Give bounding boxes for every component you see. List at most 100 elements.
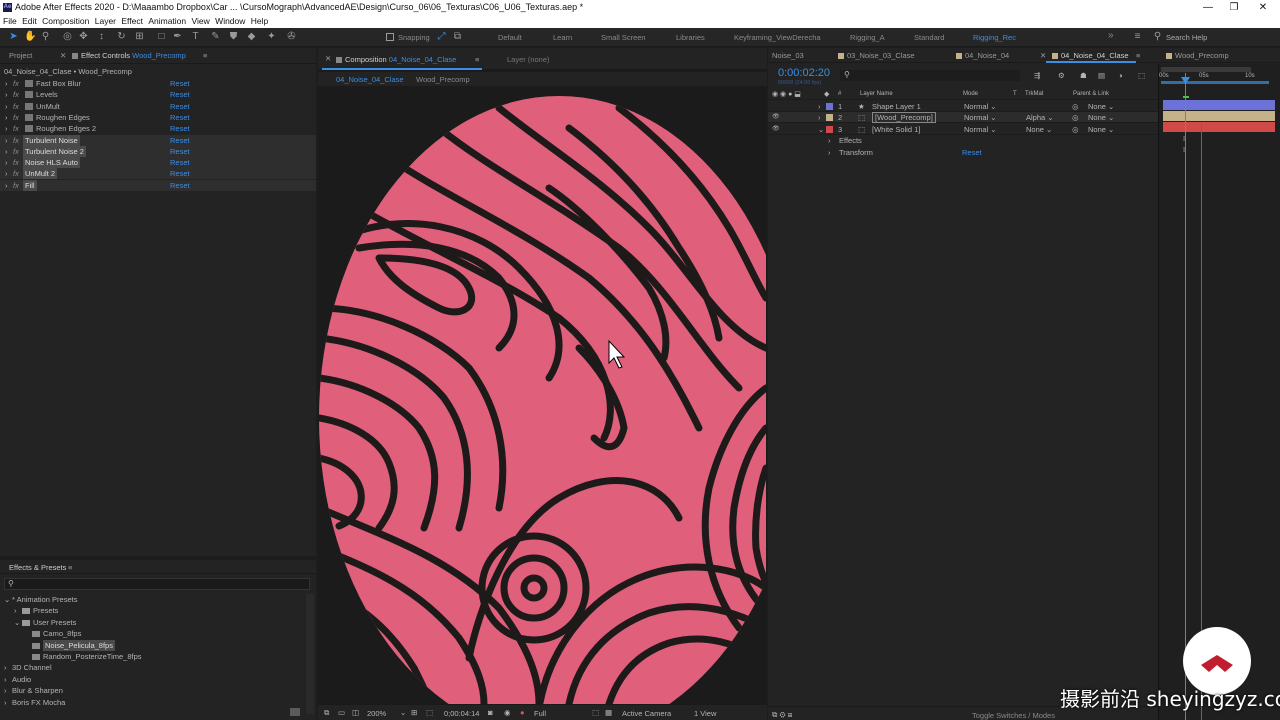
pen-tool-icon[interactable]: ✒ xyxy=(172,31,183,42)
timeline-graph-area[interactable]: 00s 05s 10s I I xyxy=(1158,64,1280,720)
camera-dropdown[interactable]: Active Camera xyxy=(622,709,671,718)
property-group-row[interactable]: › Effects xyxy=(768,135,1158,146)
draft-3d-icon[interactable]: ⚙ xyxy=(1058,71,1065,80)
region-icon[interactable]: ⬚ xyxy=(426,708,433,717)
trash-icon[interactable] xyxy=(290,708,300,716)
expand-chevron-icon[interactable]: › xyxy=(5,78,8,89)
snapping-checkbox[interactable] xyxy=(386,33,394,41)
effects-search-input[interactable]: ⚲ xyxy=(4,578,310,590)
layer-switches-icon[interactable]: ⧉ ⚙ ⊞ xyxy=(772,710,792,720)
grid-icon[interactable]: ⊞ xyxy=(411,708,417,717)
tree-item[interactable]: ⌄ * Animation Presets xyxy=(0,594,306,605)
blend-mode-dropdown[interactable]: Normal ⌄ xyxy=(964,124,997,135)
close-button[interactable]: ✕ xyxy=(1250,0,1276,15)
menu-edit[interactable]: Edit xyxy=(22,16,37,26)
effect-toggle-icon[interactable] xyxy=(25,113,33,121)
expand-chevron-icon[interactable]: › xyxy=(5,112,8,123)
rotate-tool-icon[interactable]: ↻ xyxy=(116,31,127,42)
tree-item[interactable]: Camo_8fps xyxy=(0,628,306,639)
roi-icon[interactable]: ⬚ xyxy=(592,708,599,717)
frame-blending-icon[interactable]: ▤ xyxy=(1098,71,1105,80)
work-area-bar[interactable] xyxy=(1161,67,1251,72)
reset-link[interactable]: Reset xyxy=(962,147,982,158)
timeline-close-icon[interactable]: ✕ xyxy=(1040,51,1046,60)
view-layout-dropdown[interactable]: 1 View xyxy=(694,709,716,718)
selection-tool-icon[interactable]: ➤ xyxy=(8,31,19,42)
tree-chevron-icon[interactable]: › xyxy=(4,662,7,673)
effects-panel-menu-icon[interactable]: ≡ xyxy=(68,563,72,572)
close-tab-icon[interactable]: ✕ xyxy=(60,51,66,60)
monitor-icon[interactable]: ▭ xyxy=(338,708,345,717)
trkmat-dropdown[interactable]: None ⌄ xyxy=(1026,124,1052,135)
layer-name[interactable]: Shape Layer 1 xyxy=(872,101,921,112)
orbit-tool-icon[interactable]: ◎ xyxy=(62,31,73,42)
motion-blur-icon[interactable]: ◑ xyxy=(1118,71,1123,80)
workspace-rigging-rec[interactable]: Rigging_Rec xyxy=(973,33,1016,42)
pan-tool-icon[interactable]: ✥ xyxy=(78,31,89,42)
fx-icon[interactable]: fx xyxy=(13,112,19,123)
expand-chevron-icon[interactable]: › xyxy=(5,89,8,100)
minimize-button[interactable]: — xyxy=(1195,0,1221,15)
expand-chevron-icon[interactable]: › xyxy=(5,168,8,179)
toggle-switches-modes-button[interactable]: Toggle Switches / Modes xyxy=(972,711,1055,720)
chevron-down-icon[interactable]: ⌄ xyxy=(400,708,406,717)
keyframe-marker-icon[interactable]: I xyxy=(1183,134,1185,143)
expand-chevron-icon[interactable]: › xyxy=(5,157,8,168)
expand-chevron-icon[interactable]: › xyxy=(5,123,8,134)
composition-viewer[interactable] xyxy=(319,88,766,704)
shy-icon[interactable]: ☗ xyxy=(1080,71,1087,80)
workspace-menu-icon[interactable]: ≡ xyxy=(1132,31,1143,42)
layer-row[interactable]: 👁 ⌄ 3 ⬚ [White Solid 1] Normal ⌄ None ⌄ ◎ None ⌄ xyxy=(768,124,1158,135)
blend-mode-dropdown[interactable]: Normal ⌄ xyxy=(964,112,997,123)
comp-panel-menu-icon[interactable]: ≡ xyxy=(475,55,479,64)
blend-mode-dropdown[interactable]: Normal ⌄ xyxy=(964,101,997,112)
search-help-input[interactable]: Search Help xyxy=(1166,33,1207,42)
fx-icon[interactable]: fx xyxy=(13,78,19,89)
pickwhip-icon[interactable]: ◎ xyxy=(1072,112,1079,123)
current-time-display[interactable]: 0;00:04:14 xyxy=(444,709,479,718)
comp-mini-flowchart-icon[interactable]: ⇶ xyxy=(1034,71,1040,80)
layer-row[interactable]: › 1 ★ Shape Layer 1 Normal ⌄ ◎ None ⌄ xyxy=(768,101,1158,112)
tab-effect-controls[interactable]: Effect Controls Wood_Precomp xyxy=(72,51,186,60)
workspace-libraries[interactable]: Libraries xyxy=(676,33,705,42)
expand-chevron-icon[interactable]: ⌄ xyxy=(818,124,824,135)
eye-icon[interactable]: 👁 xyxy=(772,112,780,123)
rectangle-tool-icon[interactable]: □ xyxy=(156,31,167,42)
reset-link[interactable]: Reset xyxy=(170,168,190,179)
effect-row[interactable]: › fx UnMult Reset xyxy=(0,101,316,112)
fx-icon[interactable]: fx xyxy=(13,180,19,191)
transparency-grid-icon[interactable]: ▦ xyxy=(605,708,612,717)
eye-icon[interactable]: 👁 xyxy=(772,124,780,135)
tree-item[interactable]: › Presets xyxy=(0,605,306,616)
eraser-tool-icon[interactable]: ◆ xyxy=(246,31,257,42)
effect-row[interactable]: › fx Fill Reset xyxy=(0,179,316,191)
reset-link[interactable]: Reset xyxy=(170,180,190,191)
fx-icon[interactable]: fx xyxy=(13,101,19,112)
channel-icon[interactable]: ● xyxy=(520,708,525,717)
layer-bar-2[interactable] xyxy=(1163,111,1275,121)
dolly-tool-icon[interactable]: ↕ xyxy=(96,31,107,42)
expand-chevron-icon[interactable]: › xyxy=(818,101,821,112)
parent-dropdown[interactable]: None ⌄ xyxy=(1088,112,1114,123)
timeline-tab-04-noise-04-clase[interactable]: 04_Noise_04_Clase xyxy=(1052,51,1129,60)
effect-row[interactable]: › fx Roughen Edges Reset xyxy=(0,112,316,123)
parent-dropdown[interactable]: None ⌄ xyxy=(1088,101,1114,112)
effect-toggle-icon[interactable] xyxy=(25,125,33,133)
clone-tool-icon[interactable]: ⛊ xyxy=(228,31,239,42)
tree-item[interactable]: › Boris FX Mocha xyxy=(0,697,306,708)
puppet-tool-icon[interactable]: ✇ xyxy=(286,31,297,42)
tree-chevron-icon[interactable]: › xyxy=(14,605,17,616)
menu-effect[interactable]: Effect xyxy=(121,16,143,26)
show-snapshot-icon[interactable]: ◉ xyxy=(504,708,511,717)
workspace-standard[interactable]: Standard xyxy=(914,33,944,42)
layer-name[interactable]: [Wood_Precomp] xyxy=(872,112,936,124)
effect-toggle-icon[interactable] xyxy=(25,80,33,87)
fx-icon[interactable]: fx xyxy=(13,123,19,134)
effect-row[interactable]: › fx UnMult 2 Reset xyxy=(0,168,316,180)
fx-icon[interactable]: fx xyxy=(13,135,19,146)
workspace-default[interactable]: Default xyxy=(498,33,522,42)
reset-link[interactable]: Reset xyxy=(170,78,190,89)
pickwhip-icon[interactable]: ◎ xyxy=(1072,124,1079,135)
layer-name[interactable]: [White Solid 1] xyxy=(872,124,920,135)
expand-chevron-icon[interactable]: › xyxy=(818,112,821,123)
